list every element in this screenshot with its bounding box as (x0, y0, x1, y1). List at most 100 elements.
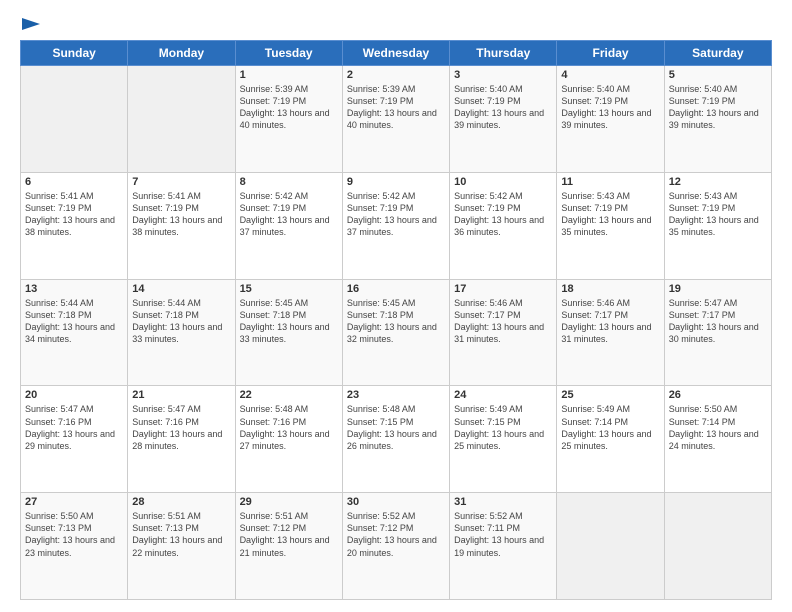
weekday-header-monday: Monday (128, 41, 235, 66)
day-number: 19 (669, 283, 767, 295)
cell-content: Sunrise: 5:41 AMSunset: 7:19 PMDaylight:… (25, 190, 123, 239)
logo (20, 18, 40, 30)
calendar-cell: 20Sunrise: 5:47 AMSunset: 7:16 PMDayligh… (21, 386, 128, 493)
cell-content: Sunrise: 5:39 AMSunset: 7:19 PMDaylight:… (347, 83, 445, 132)
day-number: 16 (347, 283, 445, 295)
weekday-header-sunday: Sunday (21, 41, 128, 66)
day-number: 17 (454, 283, 552, 295)
calendar-cell: 14Sunrise: 5:44 AMSunset: 7:18 PMDayligh… (128, 279, 235, 386)
day-number: 6 (25, 176, 123, 188)
day-number: 3 (454, 69, 552, 81)
cell-content: Sunrise: 5:50 AMSunset: 7:13 PMDaylight:… (25, 510, 123, 559)
weekday-header-friday: Friday (557, 41, 664, 66)
cell-content: Sunrise: 5:39 AMSunset: 7:19 PMDaylight:… (240, 83, 338, 132)
cell-content: Sunrise: 5:49 AMSunset: 7:14 PMDaylight:… (561, 403, 659, 452)
cell-content: Sunrise: 5:42 AMSunset: 7:19 PMDaylight:… (347, 190, 445, 239)
day-number: 20 (25, 389, 123, 401)
cell-content: Sunrise: 5:43 AMSunset: 7:19 PMDaylight:… (669, 190, 767, 239)
cell-content: Sunrise: 5:47 AMSunset: 7:16 PMDaylight:… (132, 403, 230, 452)
day-number: 30 (347, 496, 445, 508)
day-number: 5 (669, 69, 767, 81)
cell-content: Sunrise: 5:41 AMSunset: 7:19 PMDaylight:… (132, 190, 230, 239)
calendar-cell (128, 66, 235, 173)
week-row-1: 1Sunrise: 5:39 AMSunset: 7:19 PMDaylight… (21, 66, 772, 173)
day-number: 12 (669, 176, 767, 188)
week-row-4: 20 Sunrise: 5:47 AMSunset: 7:16 PMDayligh… (21, 386, 772, 493)
calendar-cell: 1Sunrise: 5:39 AMSunset: 7:19 PMDaylight… (235, 66, 342, 173)
calendar-cell: 9 Sunrise: 5:42 AMSunset: 7:19 PMDaylight… (342, 172, 449, 279)
day-number: 4 (561, 69, 659, 81)
day-number: 2 (347, 69, 445, 81)
day-number: 9 (347, 176, 445, 188)
weekday-header-saturday: Saturday (664, 41, 771, 66)
calendar-cell: 18 Sunrise: 5:46 AMSunset: 7:17 PMDayligh… (557, 279, 664, 386)
day-number: 22 (240, 389, 338, 401)
calendar-cell: 5 Sunrise: 5:40 AMSunset: 7:19 PMDaylight… (664, 66, 771, 173)
cell-content: Sunrise: 5:51 AMSunset: 7:13 PMDaylight:… (132, 510, 230, 559)
cell-content: Sunrise: 5:43 AMSunset: 7:19 PMDaylight:… (561, 190, 659, 239)
day-number: 15 (240, 283, 338, 295)
cell-content: Sunrise: 5:45 AMSunset: 7:18 PMDaylight:… (347, 297, 445, 346)
calendar-cell: 19 Sunrise: 5:47 AMSunset: 7:17 PMDayligh… (664, 279, 771, 386)
calendar-cell (664, 493, 771, 600)
calendar-cell: 10Sunrise: 5:42 AMSunset: 7:19 PMDayligh… (450, 172, 557, 279)
day-number: 11 (561, 176, 659, 188)
week-row-5: 27Sunrise: 5:50 AMSunset: 7:13 PMDayligh… (21, 493, 772, 600)
cell-content: Sunrise: 5:40 AMSunset: 7:19 PMDaylight:… (669, 83, 767, 132)
day-number: 26 (669, 389, 767, 401)
weekday-header-thursday: Thursday (450, 41, 557, 66)
calendar-cell: 4 Sunrise: 5:40 AMSunset: 7:19 PMDaylight… (557, 66, 664, 173)
calendar-cell: 8Sunrise: 5:42 AMSunset: 7:19 PMDaylight… (235, 172, 342, 279)
week-row-3: 13 Sunrise: 5:44 AMSunset: 7:18 PMDayligh… (21, 279, 772, 386)
cell-content: Sunrise: 5:40 AMSunset: 7:19 PMDaylight:… (454, 83, 552, 132)
day-number: 31 (454, 496, 552, 508)
calendar-cell: 12 Sunrise: 5:43 AMSunset: 7:19 PMDayligh… (664, 172, 771, 279)
calendar-cell: 30 Sunrise: 5:52 AMSunset: 7:12 PMDayligh… (342, 493, 449, 600)
calendar-cell: 28 Sunrise: 5:51 AMSunset: 7:13 PMDayligh… (128, 493, 235, 600)
cell-content: Sunrise: 5:49 AMSunset: 7:15 PMDaylight:… (454, 403, 552, 452)
header (20, 18, 772, 30)
cell-content: Sunrise: 5:40 AMSunset: 7:19 PMDaylight:… (561, 83, 659, 132)
calendar-cell: 15 Sunrise: 5:45 AMSunset: 7:18 PMDayligh… (235, 279, 342, 386)
week-row-2: 6 Sunrise: 5:41 AMSunset: 7:19 PMDaylight… (21, 172, 772, 279)
day-number: 7 (132, 176, 230, 188)
calendar-cell: 27Sunrise: 5:50 AMSunset: 7:13 PMDayligh… (21, 493, 128, 600)
calendar-cell: 24 Sunrise: 5:49 AMSunset: 7:15 PMDayligh… (450, 386, 557, 493)
calendar-cell: 25 Sunrise: 5:49 AMSunset: 7:14 PMDayligh… (557, 386, 664, 493)
cell-content: Sunrise: 5:45 AMSunset: 7:18 PMDaylight:… (240, 297, 338, 346)
logo-flag-icon (22, 18, 40, 30)
day-number: 21 (132, 389, 230, 401)
day-number: 14 (132, 283, 230, 295)
calendar-table: SundayMondayTuesdayWednesdayThursdayFrid… (20, 40, 772, 600)
calendar-cell: 7 Sunrise: 5:41 AMSunset: 7:19 PMDaylight… (128, 172, 235, 279)
calendar-cell: 6 Sunrise: 5:41 AMSunset: 7:19 PMDaylight… (21, 172, 128, 279)
calendar-cell: 21 Sunrise: 5:47 AMSunset: 7:16 PMDayligh… (128, 386, 235, 493)
cell-content: Sunrise: 5:52 AMSunset: 7:12 PMDaylight:… (347, 510, 445, 559)
calendar-cell: 31Sunrise: 5:52 AMSunset: 7:11 PMDayligh… (450, 493, 557, 600)
calendar-cell: 29 Sunrise: 5:51 AMSunset: 7:12 PMDayligh… (235, 493, 342, 600)
calendar-cell: 11 Sunrise: 5:43 AMSunset: 7:19 PMDayligh… (557, 172, 664, 279)
day-number: 28 (132, 496, 230, 508)
day-number: 24 (454, 389, 552, 401)
cell-content: Sunrise: 5:47 AMSunset: 7:17 PMDaylight:… (669, 297, 767, 346)
cell-content: Sunrise: 5:44 AMSunset: 7:18 PMDaylight:… (25, 297, 123, 346)
calendar-cell: 16 Sunrise: 5:45 AMSunset: 7:18 PMDayligh… (342, 279, 449, 386)
day-number: 13 (25, 283, 123, 295)
calendar-cell: 17Sunrise: 5:46 AMSunset: 7:17 PMDayligh… (450, 279, 557, 386)
day-number: 25 (561, 389, 659, 401)
cell-content: Sunrise: 5:42 AMSunset: 7:19 PMDaylight:… (454, 190, 552, 239)
calendar-cell (21, 66, 128, 173)
calendar-cell: 3 Sunrise: 5:40 AMSunset: 7:19 PMDaylight… (450, 66, 557, 173)
calendar-cell: 13 Sunrise: 5:44 AMSunset: 7:18 PMDayligh… (21, 279, 128, 386)
calendar-cell (557, 493, 664, 600)
weekday-header-wednesday: Wednesday (342, 41, 449, 66)
weekday-header-row: SundayMondayTuesdayWednesdayThursdayFrid… (21, 41, 772, 66)
weekday-header-tuesday: Tuesday (235, 41, 342, 66)
calendar-cell: 26Sunrise: 5:50 AMSunset: 7:14 PMDayligh… (664, 386, 771, 493)
day-number: 8 (240, 176, 338, 188)
cell-content: Sunrise: 5:46 AMSunset: 7:17 PMDaylight:… (561, 297, 659, 346)
day-number: 29 (240, 496, 338, 508)
cell-content: Sunrise: 5:51 AMSunset: 7:12 PMDaylight:… (240, 510, 338, 559)
day-number: 18 (561, 283, 659, 295)
page: SundayMondayTuesdayWednesdayThursdayFrid… (0, 0, 792, 612)
